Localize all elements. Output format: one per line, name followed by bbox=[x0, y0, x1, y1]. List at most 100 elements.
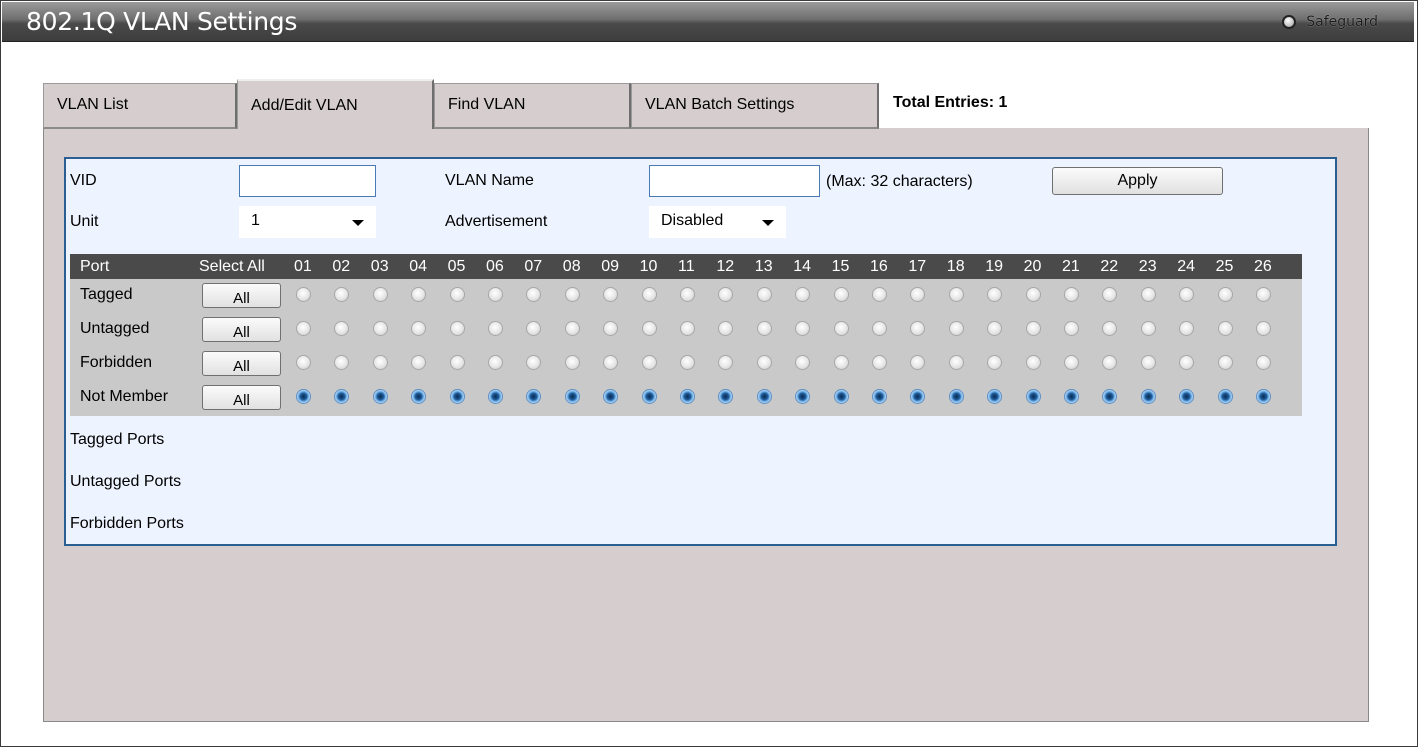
radio-forbidden-port-06[interactable] bbox=[488, 355, 503, 370]
radio-not-member-port-05[interactable] bbox=[449, 389, 465, 404]
radio-forbidden-port-22[interactable] bbox=[1102, 355, 1118, 370]
radio-untagged-port-20[interactable] bbox=[1025, 321, 1041, 336]
radio-tagged-port-13[interactable] bbox=[756, 287, 772, 302]
radio-untagged-port-19[interactable] bbox=[987, 321, 1003, 336]
radio-forbidden-port-02[interactable] bbox=[334, 355, 350, 370]
radio-not-member-port-07[interactable] bbox=[526, 389, 542, 404]
radio-not-member-port-24[interactable] bbox=[1179, 389, 1195, 404]
radio-not-member-port-03[interactable] bbox=[372, 389, 388, 404]
unit-select[interactable]: 1 bbox=[239, 206, 376, 238]
radio-tagged-port-12[interactable] bbox=[718, 287, 734, 302]
radio-tagged-port-19[interactable] bbox=[987, 287, 1003, 302]
radio-untagged-port-10[interactable] bbox=[641, 321, 657, 336]
radio-not-member-port-06[interactable] bbox=[488, 389, 503, 404]
radio-forbidden-port-07[interactable] bbox=[526, 355, 542, 370]
radio-not-member-port-08[interactable] bbox=[564, 389, 580, 404]
radio-not-member-port-22[interactable] bbox=[1102, 389, 1118, 404]
radio-untagged-port-14[interactable] bbox=[795, 321, 811, 336]
radio-forbidden-port-10[interactable] bbox=[641, 355, 657, 370]
radio-forbidden-port-26[interactable] bbox=[1256, 355, 1271, 370]
radio-untagged-port-06[interactable] bbox=[488, 321, 503, 336]
select-all-not-member-button[interactable]: All bbox=[202, 385, 281, 410]
radio-tagged-port-05[interactable] bbox=[449, 287, 465, 302]
radio-not-member-port-04[interactable] bbox=[411, 389, 427, 404]
radio-tagged-port-23[interactable] bbox=[1140, 287, 1156, 302]
radio-untagged-port-22[interactable] bbox=[1102, 321, 1118, 336]
radio-untagged-port-02[interactable] bbox=[334, 321, 350, 336]
radio-untagged-port-09[interactable] bbox=[603, 321, 619, 336]
radio-forbidden-port-11[interactable] bbox=[680, 355, 695, 370]
radio-untagged-port-12[interactable] bbox=[718, 321, 734, 336]
radio-tagged-port-18[interactable] bbox=[948, 287, 964, 302]
radio-not-member-port-09[interactable] bbox=[603, 389, 619, 404]
radio-forbidden-port-21[interactable] bbox=[1064, 355, 1079, 370]
radio-not-member-port-12[interactable] bbox=[718, 389, 734, 404]
radio-untagged-port-08[interactable] bbox=[564, 321, 580, 336]
radio-untagged-port-05[interactable] bbox=[449, 321, 465, 336]
radio-not-member-port-11[interactable] bbox=[680, 389, 695, 404]
radio-not-member-port-13[interactable] bbox=[756, 389, 772, 404]
safeguard-indicator[interactable]: Safeguard bbox=[1282, 14, 1378, 30]
radio-forbidden-port-09[interactable] bbox=[603, 355, 619, 370]
radio-tagged-port-24[interactable] bbox=[1179, 287, 1195, 302]
radio-tagged-port-21[interactable] bbox=[1064, 287, 1079, 302]
apply-button[interactable]: Apply bbox=[1052, 167, 1223, 195]
radio-forbidden-port-12[interactable] bbox=[718, 355, 734, 370]
radio-untagged-port-13[interactable] bbox=[756, 321, 772, 336]
radio-untagged-port-25[interactable] bbox=[1217, 321, 1233, 336]
radio-forbidden-port-04[interactable] bbox=[411, 355, 427, 370]
radio-tagged-port-25[interactable] bbox=[1217, 287, 1233, 302]
select-all-untagged-button[interactable]: All bbox=[202, 317, 281, 342]
tab-vlan-batch-settings[interactable]: VLAN Batch Settings bbox=[631, 83, 879, 129]
radio-not-member-port-20[interactable] bbox=[1025, 389, 1041, 404]
radio-tagged-port-16[interactable] bbox=[872, 287, 887, 302]
radio-forbidden-port-01[interactable] bbox=[296, 355, 311, 370]
radio-not-member-port-25[interactable] bbox=[1217, 389, 1233, 404]
vid-input[interactable] bbox=[239, 165, 376, 197]
radio-not-member-port-01[interactable] bbox=[296, 389, 311, 404]
radio-tagged-port-01[interactable] bbox=[296, 287, 311, 302]
radio-forbidden-port-03[interactable] bbox=[372, 355, 388, 370]
radio-tagged-port-20[interactable] bbox=[1025, 287, 1041, 302]
tab-find-vlan[interactable]: Find VLAN bbox=[434, 83, 631, 129]
radio-tagged-port-02[interactable] bbox=[334, 287, 350, 302]
select-all-tagged-button[interactable]: All bbox=[202, 283, 281, 308]
radio-not-member-port-21[interactable] bbox=[1064, 389, 1079, 404]
radio-untagged-port-03[interactable] bbox=[372, 321, 388, 336]
tab-vlan-list[interactable]: VLAN List bbox=[43, 83, 237, 129]
radio-tagged-port-10[interactable] bbox=[641, 287, 657, 302]
radio-untagged-port-17[interactable] bbox=[910, 321, 926, 336]
radio-not-member-port-14[interactable] bbox=[795, 389, 811, 404]
radio-forbidden-port-16[interactable] bbox=[872, 355, 887, 370]
radio-forbidden-port-17[interactable] bbox=[910, 355, 926, 370]
radio-tagged-port-03[interactable] bbox=[372, 287, 388, 302]
radio-tagged-port-14[interactable] bbox=[795, 287, 811, 302]
radio-tagged-port-08[interactable] bbox=[564, 287, 580, 302]
radio-untagged-port-01[interactable] bbox=[296, 321, 311, 336]
radio-tagged-port-17[interactable] bbox=[910, 287, 926, 302]
radio-untagged-port-18[interactable] bbox=[948, 321, 964, 336]
radio-not-member-port-23[interactable] bbox=[1140, 389, 1156, 404]
radio-untagged-port-26[interactable] bbox=[1256, 321, 1271, 336]
radio-forbidden-port-25[interactable] bbox=[1217, 355, 1233, 370]
radio-untagged-port-16[interactable] bbox=[872, 321, 887, 336]
radio-forbidden-port-05[interactable] bbox=[449, 355, 465, 370]
radio-untagged-port-15[interactable] bbox=[833, 321, 849, 336]
radio-not-member-port-16[interactable] bbox=[872, 389, 887, 404]
radio-not-member-port-18[interactable] bbox=[948, 389, 964, 404]
radio-not-member-port-10[interactable] bbox=[641, 389, 657, 404]
radio-tagged-port-04[interactable] bbox=[411, 287, 427, 302]
radio-forbidden-port-23[interactable] bbox=[1140, 355, 1156, 370]
radio-untagged-port-11[interactable] bbox=[680, 321, 695, 336]
radio-forbidden-port-18[interactable] bbox=[948, 355, 964, 370]
radio-forbidden-port-19[interactable] bbox=[987, 355, 1003, 370]
tab-add-edit-vlan[interactable]: Add/Edit VLAN bbox=[237, 79, 434, 129]
radio-untagged-port-04[interactable] bbox=[411, 321, 427, 336]
radio-tagged-port-26[interactable] bbox=[1256, 287, 1271, 302]
radio-forbidden-port-24[interactable] bbox=[1179, 355, 1195, 370]
radio-not-member-port-19[interactable] bbox=[987, 389, 1003, 404]
radio-forbidden-port-08[interactable] bbox=[564, 355, 580, 370]
radio-tagged-port-15[interactable] bbox=[833, 287, 849, 302]
radio-not-member-port-02[interactable] bbox=[334, 389, 350, 404]
select-all-forbidden-button[interactable]: All bbox=[202, 351, 281, 376]
